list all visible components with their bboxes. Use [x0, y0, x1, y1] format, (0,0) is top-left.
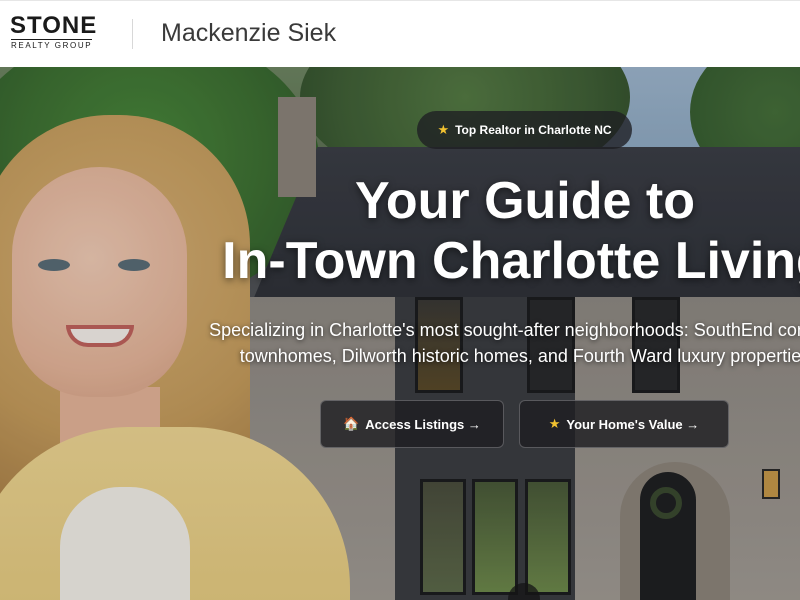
star-icon: ★: [548, 416, 561, 431]
house-icon: 🏠: [343, 416, 360, 431]
badge-label: Top Realtor in Charlotte NC: [455, 123, 612, 137]
hero-subtext: Specializing in Charlotte's most sought-…: [0, 317, 800, 369]
access-listings-button[interactable]: 🏠 Access Listings →: [320, 400, 504, 448]
logo-wordmark: STONE: [10, 12, 98, 39]
home-value-button[interactable]: ★ Your Home's Value →: [519, 400, 729, 448]
stone-realty-logo[interactable]: STONE REALTY GROUP: [10, 13, 105, 53]
header-divider: [132, 19, 133, 49]
star-icon: ★: [437, 122, 450, 137]
hero-headline: Your Guide to In-Town Charlotte Living: [0, 171, 800, 291]
site-header: STONE REALTY GROUP Mackenzie Siek: [0, 0, 800, 67]
headline-line: Your Guide to: [355, 172, 695, 230]
logo-tagline: REALTY GROUP: [11, 39, 93, 50]
agent-name: Mackenzie Siek: [161, 19, 337, 47]
hero-section: ★ Top Realtor in Charlotte NC Your Guide…: [0, 67, 800, 600]
headline-line: In-Town Charlotte Living: [222, 232, 800, 290]
subtext-line: townhomes, Dilworth historic homes, and …: [239, 346, 800, 366]
access-listings-label: Access Listings →: [365, 416, 481, 432]
top-realtor-badge: ★ Top Realtor in Charlotte NC: [417, 111, 632, 149]
subtext-line: Specializing in Charlotte's most sought-…: [209, 320, 800, 340]
home-value-label: Your Home's Value →: [566, 416, 700, 432]
